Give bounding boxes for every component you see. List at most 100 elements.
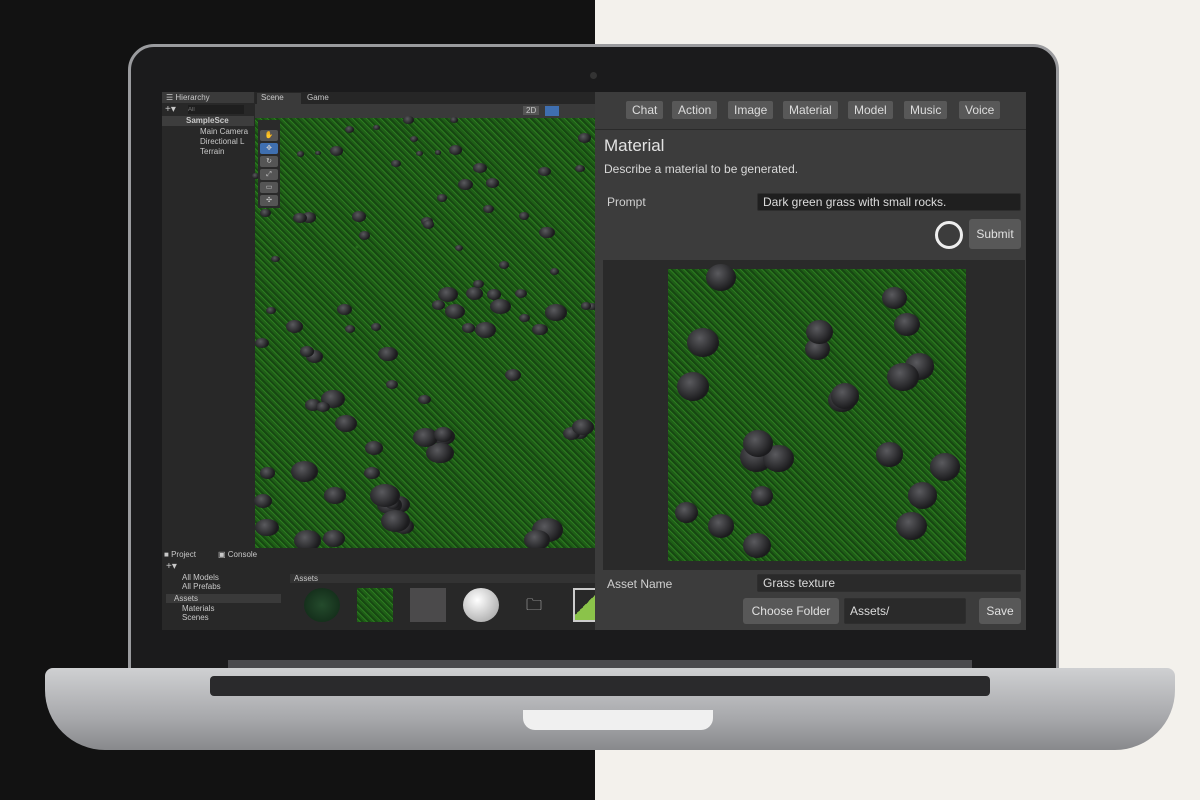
rock — [351, 210, 367, 222]
rock — [444, 304, 465, 320]
rock — [498, 261, 510, 270]
rotate-tool-icon[interactable]: ↻ — [260, 156, 278, 167]
rock — [473, 279, 484, 288]
create-button[interactable]: +▾ — [166, 561, 177, 572]
transform-tool-icon[interactable]: ✣ — [260, 195, 278, 206]
rock — [409, 136, 418, 143]
rock — [458, 179, 473, 191]
tab-console[interactable]: ▣ Console — [218, 550, 257, 559]
scene-view[interactable] — [251, 116, 597, 551]
rock — [422, 220, 435, 229]
rock — [538, 166, 551, 176]
tab-music[interactable]: Music — [904, 101, 948, 119]
tab-action[interactable]: Action — [672, 101, 718, 119]
rock — [550, 268, 560, 275]
rock — [260, 208, 272, 217]
rock — [285, 320, 303, 334]
asset-name-input[interactable]: Grass texture — [757, 574, 1021, 592]
asset-name-label: Asset Name — [607, 577, 673, 591]
choose-folder-button[interactable]: Choose Folder — [743, 598, 839, 624]
folder-materials[interactable]: Materials — [182, 604, 214, 613]
asset-gray-material[interactable] — [410, 588, 446, 622]
tab-hierarchy[interactable]: ☰ Hierarchy — [162, 92, 254, 103]
asset-grass-texture[interactable] — [357, 588, 393, 622]
rock — [369, 484, 401, 507]
tab-image[interactable]: Image — [728, 101, 774, 119]
folder-icon[interactable]: 🗀 — [526, 594, 542, 621]
folder-scenes[interactable]: Scenes — [182, 613, 209, 622]
rock — [322, 530, 346, 548]
unity-editor-screen: ☰ Hierarchy +▾ SampleSce Main Camera Dir… — [162, 92, 1026, 630]
rock — [372, 124, 381, 131]
rock — [455, 244, 464, 251]
rock — [290, 461, 319, 483]
scale-tool-icon[interactable]: ⤢ — [260, 169, 278, 180]
prompt-input[interactable]: Dark green grass with small rocks. — [757, 193, 1021, 211]
hierarchy-search-input[interactable] — [188, 105, 244, 114]
lighting-toggle[interactable] — [545, 106, 559, 116]
rock — [315, 150, 322, 156]
tab-game[interactable]: Game — [307, 93, 329, 102]
favorite-all-models[interactable]: All Models — [182, 573, 219, 582]
rock — [259, 467, 276, 479]
save-button[interactable]: Save — [979, 598, 1021, 624]
rock — [380, 510, 410, 532]
hierarchy-panel: ☰ Hierarchy +▾ SampleSce Main Camera Dir… — [162, 92, 254, 548]
keyboard — [210, 676, 990, 696]
rock — [254, 494, 273, 508]
asset-material-sphere[interactable] — [304, 588, 340, 622]
folder-path-input[interactable]: Assets/ — [844, 598, 966, 624]
rock — [345, 325, 356, 333]
rock — [271, 256, 280, 263]
hierarchy-item[interactable]: Terrain — [200, 147, 224, 156]
rock — [485, 178, 499, 188]
2d-toggle[interactable]: 2D — [523, 106, 540, 115]
rock — [532, 323, 548, 335]
add-button[interactable]: +▾ — [165, 104, 176, 115]
project-panel: ■ Project ▣ Console +▾ All Models All Pr… — [162, 548, 595, 630]
rock — [449, 145, 462, 155]
rock — [431, 300, 446, 311]
hierarchy-item[interactable]: Main Camera — [200, 127, 248, 136]
submit-button[interactable]: Submit — [969, 219, 1021, 249]
scene-panel: Scene Game 2D ✋ ✥ ↻ ⤢ ▭ ✣ — [251, 92, 597, 551]
rock — [830, 383, 860, 410]
tab-project[interactable]: ■ Project — [164, 550, 196, 559]
rock — [676, 371, 710, 401]
tab-chat[interactable]: Chat — [626, 101, 664, 119]
hierarchy-item[interactable]: Directional L — [200, 137, 244, 146]
move-tool-icon[interactable]: ✥ — [260, 143, 278, 154]
rect-tool-icon[interactable]: ▭ — [260, 182, 278, 193]
assets-folder[interactable]: Assets — [166, 594, 281, 603]
rock — [462, 323, 475, 333]
generator-panel: Chat Action Image Material Model Music V… — [595, 92, 1026, 630]
asset-default-sphere[interactable] — [463, 588, 499, 622]
rock — [580, 302, 591, 310]
tab-voice[interactable]: Voice — [959, 101, 1001, 119]
tab-material[interactable]: Material — [783, 101, 838, 119]
rock — [450, 117, 458, 123]
tool-palette: ✋ ✥ ↻ ⤢ ▭ ✣ — [258, 120, 280, 208]
rock — [255, 518, 279, 537]
rock — [750, 485, 774, 506]
rock — [514, 288, 527, 298]
asset-terrain[interactable] — [573, 588, 595, 622]
favorite-all-prefabs[interactable]: All Prefabs — [182, 582, 221, 591]
scene-root[interactable]: SampleSce — [162, 116, 254, 126]
trackpad-notch — [523, 710, 713, 730]
tab-scene[interactable]: Scene — [257, 93, 301, 104]
rock — [875, 441, 904, 467]
rock — [329, 145, 343, 156]
rock — [316, 402, 330, 413]
rock — [482, 205, 494, 214]
panel-title: Material — [604, 136, 665, 155]
rock — [545, 304, 567, 321]
scene-toolbar: 2D — [255, 104, 595, 118]
rock — [418, 394, 431, 404]
hand-tool-icon[interactable]: ✋ — [260, 130, 278, 141]
rock — [907, 482, 938, 509]
rock — [364, 467, 380, 479]
tab-model[interactable]: Model — [848, 101, 893, 119]
assets-breadcrumb: Assets — [290, 574, 595, 583]
rock — [266, 306, 277, 315]
